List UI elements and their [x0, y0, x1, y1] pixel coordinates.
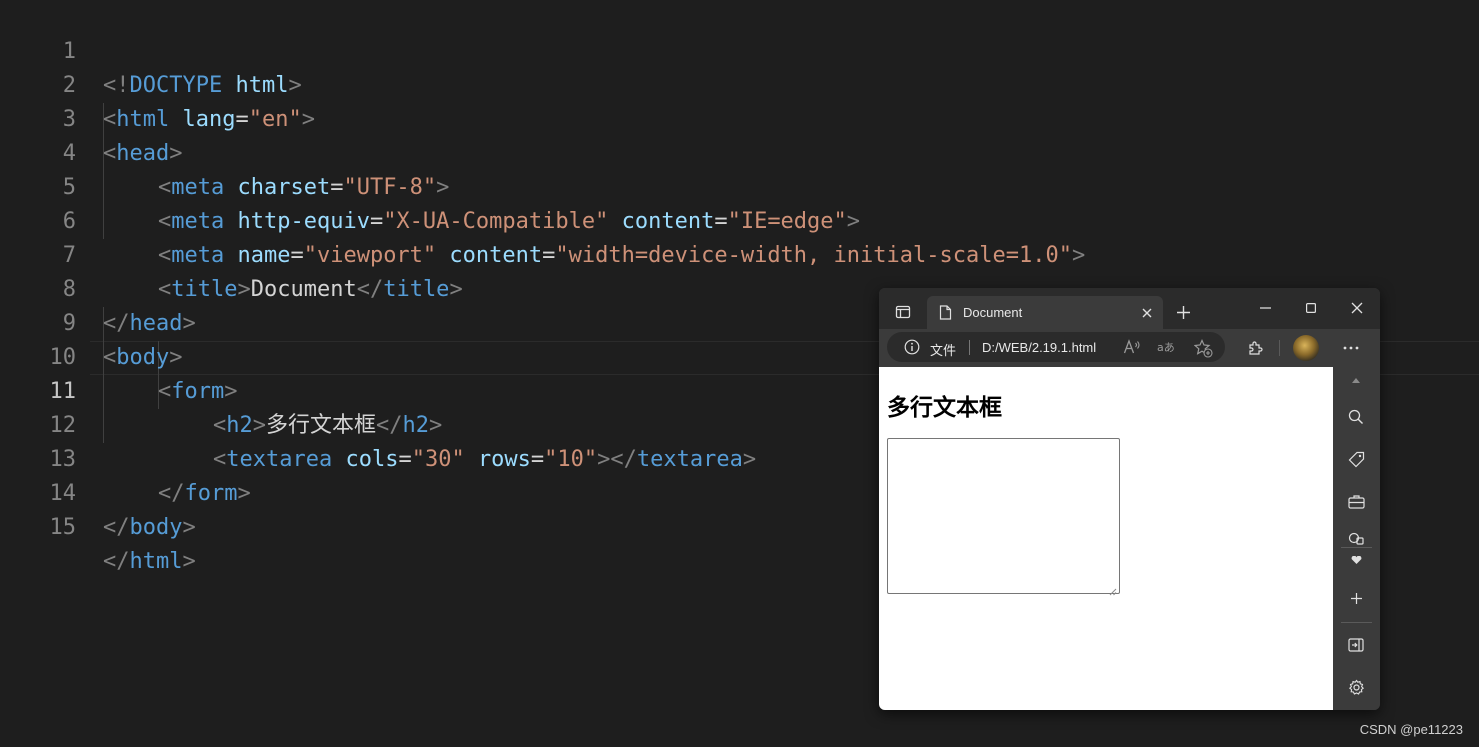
code-line[interactable]: 2 <html lang="en"> [0, 35, 1479, 132]
read-aloud-icon[interactable] [1123, 338, 1141, 356]
page-heading: 多行文本框 [887, 395, 1002, 421]
plus-icon[interactable] [1173, 302, 1193, 322]
sidebar-divider [1341, 547, 1372, 548]
maximize-icon[interactable] [1301, 298, 1321, 318]
close-icon[interactable] [1347, 298, 1367, 318]
code-line[interactable]: 7 <title>Document</title> [0, 205, 1479, 302]
edge-sidebar [1333, 367, 1380, 710]
avatar[interactable] [1293, 335, 1319, 361]
split-screen-icon[interactable] [1346, 635, 1366, 655]
tab-actions-icon[interactable] [891, 300, 915, 324]
tag-icon[interactable] [1346, 449, 1366, 469]
heart-icon[interactable] [1346, 553, 1366, 567]
browser-toolbar: 文件 D:/WEB/2.19.1.html aあ [879, 329, 1380, 367]
gear-icon[interactable] [1346, 677, 1366, 697]
browser-window[interactable]: Document 文件 D:/WEB/2.19.1.html aあ 多行文本框 [879, 288, 1380, 710]
page-icon [937, 304, 953, 320]
code-line[interactable]: 4 <meta charset="UTF-8"> [0, 103, 1479, 200]
address-url[interactable]: D:/WEB/2.19.1.html [982, 340, 1096, 355]
puzzle-icon[interactable] [1245, 338, 1265, 358]
watermark: CSDN @pe11223 [1359, 722, 1463, 737]
svg-text:aあ: aあ [1157, 341, 1175, 354]
line-number: 15 [49, 515, 77, 540]
code-line[interactable]: 1 <!DOCTYPE html> [0, 1, 1479, 98]
code-line[interactable]: 8 </head> [0, 239, 1479, 336]
more-icon[interactable] [1341, 338, 1361, 358]
toolbar-divider [1279, 340, 1280, 356]
plus-icon[interactable] [1346, 588, 1366, 608]
address-bar[interactable]: 文件 D:/WEB/2.19.1.html aあ [887, 332, 1225, 362]
code-line[interactable]: 3 <head> [0, 69, 1479, 166]
tab-document[interactable]: Document [927, 296, 1163, 329]
sidebar-divider [1341, 622, 1372, 623]
resize-grip-icon[interactable] [1109, 583, 1117, 596]
scroll-up-icon[interactable] [1349, 375, 1363, 385]
page-viewport: 多行文本框 [879, 367, 1333, 710]
code-line[interactable]: 5 <meta http-equiv="X-UA-Compatible" con… [0, 137, 1479, 234]
translate-icon[interactable]: aあ [1157, 338, 1177, 356]
address-divider [969, 340, 970, 355]
close-icon[interactable] [1139, 305, 1155, 321]
tab-title: Document [963, 305, 1023, 320]
multiline-textarea[interactable] [887, 438, 1120, 596]
info-icon[interactable] [904, 339, 920, 355]
games-icon[interactable] [1346, 531, 1366, 545]
address-scheme-label: 文件 [930, 343, 957, 358]
line-code: </body> [103, 515, 196, 540]
star-plus-icon[interactable] [1193, 338, 1213, 358]
toolbox-icon[interactable] [1346, 491, 1366, 511]
tab-bar[interactable]: Document [879, 288, 1380, 329]
search-icon[interactable] [1346, 407, 1366, 427]
line-code: </html> [103, 549, 196, 574]
minimize-icon[interactable] [1255, 298, 1275, 318]
code-line[interactable]: 6 <meta name="viewport" content="width=d… [0, 171, 1479, 268]
